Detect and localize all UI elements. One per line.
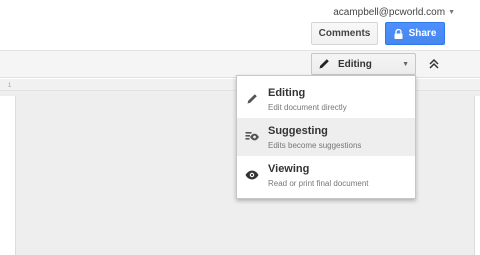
chevron-down-icon: ▼ [402, 60, 409, 68]
menu-item-title: Suggesting [268, 124, 328, 137]
pencil-icon [244, 91, 260, 107]
menu-item-title: Viewing [268, 162, 310, 175]
suggest-icon [244, 129, 260, 145]
editing-mode-label: Editing [338, 58, 372, 70]
ruler-tick: 1 [8, 83, 12, 89]
menu-item-editing[interactable]: Editing Edit document directly [237, 80, 415, 118]
share-button-label: Share [408, 28, 437, 39]
document-page[interactable] [0, 96, 16, 255]
pencil-icon [318, 58, 330, 70]
share-button[interactable]: Share [385, 22, 445, 45]
lock-icon [394, 28, 403, 39]
account-switcher[interactable]: acampbell@pcworld.com ▼ [333, 7, 455, 18]
menu-item-subtitle: Edit document directly [268, 102, 347, 112]
scrollbar[interactable] [474, 96, 480, 255]
comments-button-label: Comments [318, 28, 371, 39]
eye-icon [244, 167, 260, 183]
chevron-down-icon: ▼ [448, 9, 455, 16]
account-email: acampbell@pcworld.com [333, 7, 446, 18]
mode-menu: Editing Edit document directly Suggestin… [236, 75, 416, 199]
editing-mode-button[interactable]: Editing ▼ [311, 53, 416, 75]
collapse-toolbar-icon[interactable] [427, 56, 441, 72]
menu-item-viewing[interactable]: Viewing Read or print final document [237, 156, 415, 194]
comments-button[interactable]: Comments [311, 22, 378, 45]
menu-item-subtitle: Read or print final document [268, 178, 369, 188]
menu-item-suggesting[interactable]: Suggesting Edits become suggestions [237, 118, 415, 156]
menu-item-title: Editing [268, 86, 306, 99]
menu-item-subtitle: Edits become suggestions [268, 140, 362, 150]
